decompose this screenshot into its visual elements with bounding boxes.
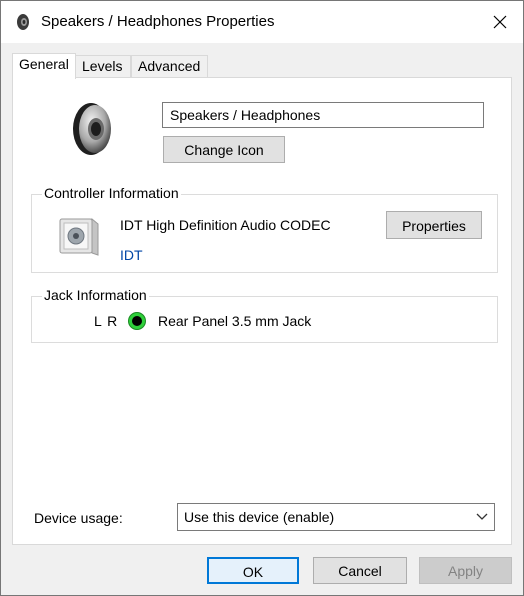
change-icon-button[interactable]: Change Icon	[163, 136, 285, 163]
device-usage-label: Device usage:	[34, 510, 123, 526]
controller-properties-button[interactable]: Properties	[386, 211, 482, 239]
cancel-button[interactable]: Cancel	[313, 557, 407, 584]
ok-button[interactable]: OK	[207, 557, 299, 584]
tab-label: General	[19, 56, 69, 72]
tab-advanced[interactable]: Advanced	[131, 55, 208, 78]
tab-general[interactable]: General	[12, 53, 76, 79]
device-name-input[interactable]	[162, 102, 484, 128]
cancel-label: Cancel	[338, 563, 382, 579]
controller-name: IDT High Definition Audio CODEC	[120, 217, 331, 233]
tab-label: Advanced	[138, 58, 201, 74]
apply-button[interactable]: Apply	[419, 557, 512, 584]
jack-info-group: Jack Information L R Rear Panel 3.5 mm J…	[31, 287, 498, 343]
tab-levels[interactable]: Levels	[75, 55, 131, 78]
controller-vendor-link[interactable]: IDT	[120, 247, 143, 263]
general-tab-panel: Change Icon Controller Information IDT H…	[12, 77, 512, 545]
jack-description: Rear Panel 3.5 mm Jack	[158, 313, 312, 329]
speaker-icon	[17, 14, 29, 30]
window-title: Speakers / Headphones Properties	[41, 13, 275, 30]
close-button[interactable]	[477, 1, 523, 43]
jack-color-indicator	[128, 312, 146, 330]
apply-label: Apply	[447, 563, 484, 579]
tab-label: Levels	[82, 58, 123, 74]
close-icon	[493, 15, 507, 29]
properties-label: Properties	[402, 218, 466, 234]
device-usage-value: Use this device (enable)	[184, 509, 335, 525]
speaker-icon	[73, 103, 111, 155]
audio-device-icon	[59, 217, 99, 256]
chevron-down-icon	[476, 513, 488, 520]
group-heading: Jack Information	[42, 287, 149, 303]
title-bar: Speakers / Headphones Properties	[1, 1, 523, 43]
properties-dialog: Speakers / Headphones Properties General…	[0, 0, 524, 596]
controller-info-group: Controller Information IDT High Definiti…	[31, 185, 498, 273]
change-icon-label: Change Icon	[184, 142, 264, 158]
jack-channels: L R	[94, 313, 119, 329]
device-usage-select[interactable]: Use this device (enable)	[177, 503, 495, 531]
ok-label: OK	[242, 564, 264, 580]
group-heading: Controller Information	[42, 185, 181, 201]
